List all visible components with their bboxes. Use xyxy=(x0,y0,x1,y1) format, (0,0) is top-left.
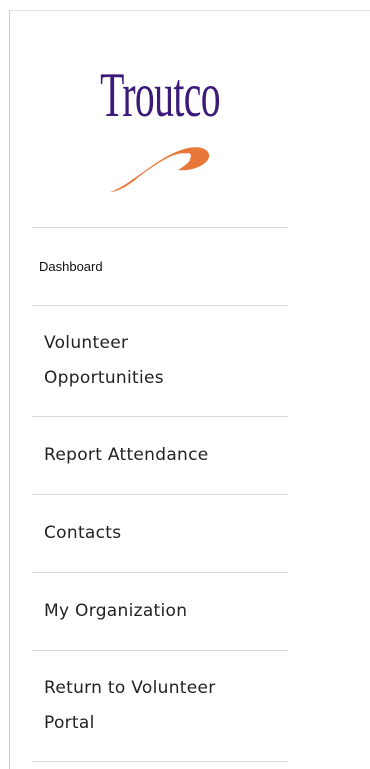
nav-item-label: Volunteer Opportunities xyxy=(44,333,164,388)
nav-item-dashboard[interactable]: Dashboard xyxy=(32,228,288,306)
nav-item-volunteer-opportunities[interactable]: Volunteer Opportunities xyxy=(32,306,288,417)
nav-item-contacts[interactable]: Contacts xyxy=(32,495,288,573)
nav-item-label: Return to Volunteer Portal xyxy=(44,678,216,733)
troutco-logo[interactable]: Troutco xyxy=(64,50,254,200)
nav-item-label: Contacts xyxy=(44,523,122,543)
logo-wordmark: Troutco xyxy=(100,59,220,130)
nav-item-label: Dashboard xyxy=(39,259,103,274)
fish-swoosh-icon xyxy=(110,147,210,192)
nav-item-label: Report Attendance xyxy=(44,445,209,465)
nav-item-return-to-volunteer-portal[interactable]: Return to Volunteer Portal xyxy=(32,651,288,762)
sidebar-nav: Dashboard Volunteer Opportunities Report… xyxy=(32,227,288,762)
nav-item-label: My Organization xyxy=(44,601,188,621)
nav-item-report-attendance[interactable]: Report Attendance xyxy=(32,417,288,495)
nav-item-my-organization[interactable]: My Organization xyxy=(32,573,288,651)
